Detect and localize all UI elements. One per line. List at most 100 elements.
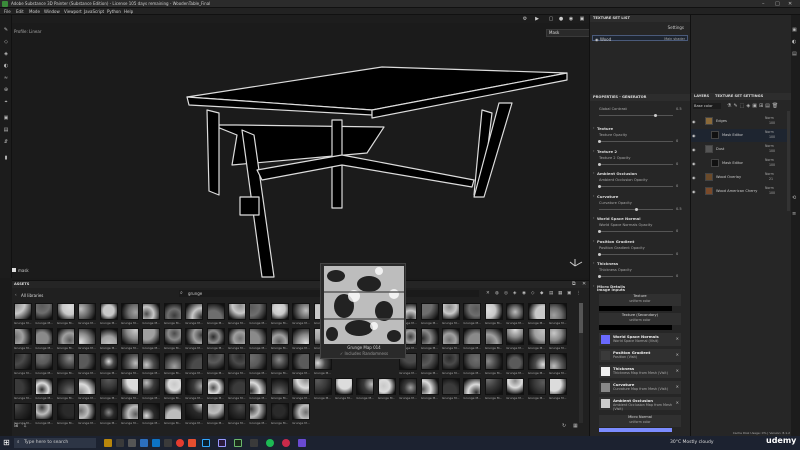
picker-icon[interactable]: ⌖ — [3, 99, 9, 105]
library-selector[interactable]: All libraries — [21, 293, 43, 298]
section-opacity-slider[interactable] — [598, 162, 673, 166]
polygon-fill-icon[interactable]: ▣ — [3, 115, 9, 121]
section-opacity-slider[interactable] — [598, 185, 673, 188]
asset-thumbnail[interactable]: Grunge M... — [163, 328, 182, 351]
layer-row[interactable]: ◉ Wood Overlay Norm 21 — [691, 171, 792, 184]
asset-thumbnail[interactable]: Grunge M... — [270, 403, 289, 426]
close-button[interactable]: ✕ — [788, 1, 792, 7]
refresh-icon[interactable]: ↻ — [562, 423, 566, 429]
menu-mode[interactable]: Mode — [29, 9, 40, 14]
asset-thumbnail[interactable]: Grunge M... — [78, 403, 97, 426]
asset-thumbnail[interactable]: Grunge M... — [14, 378, 32, 401]
asset-thumbnail[interactable]: Grunge M... — [506, 353, 525, 376]
texture-set-wood[interactable]: ◉ Wood Main shader — [592, 35, 688, 42]
asset-thumbnail[interactable]: Grunge M... — [185, 328, 204, 351]
asset-thumbnail[interactable]: Grunge M... — [228, 403, 246, 426]
asset-thumbnail[interactable]: Grunge M... — [270, 303, 289, 326]
asset-thumbnail[interactable]: Grunge M... — [35, 403, 54, 426]
asset-thumbnail[interactable]: Grunge M... — [35, 353, 54, 376]
menu-window[interactable]: Window — [44, 9, 60, 14]
layers-tab[interactable]: LAYERS — [694, 94, 709, 98]
texture-secondary-swatch[interactable] — [599, 325, 672, 330]
layer-opacity[interactable]: 100 — [769, 135, 775, 139]
projection-icon[interactable]: ◈ — [3, 51, 9, 57]
asset-thumbnail[interactable]: Grunge M... — [463, 378, 482, 401]
asset-thumbnail[interactable]: Grunge M... — [549, 303, 567, 326]
section-opacity-slider[interactable] — [598, 275, 673, 278]
layer-blend-mode[interactable]: Norm — [765, 158, 774, 162]
app3-icon[interactable] — [282, 439, 290, 447]
asset-thumbnail[interactable]: Grunge M... — [484, 328, 503, 351]
asset-thumbnail[interactable]: Grunge M... — [506, 328, 525, 351]
asset-thumbnail[interactable]: Grunge M... — [206, 403, 225, 426]
taskbar-search-input[interactable]: ⌕ Type here to search — [14, 438, 96, 448]
section-header[interactable]: Thickness — [597, 261, 618, 266]
asset-thumbnail[interactable]: Grunge M... — [356, 378, 375, 401]
premiere-icon[interactable] — [218, 439, 226, 447]
asset-thumbnail[interactable]: Grunge M... — [420, 378, 439, 401]
asset-thumbnail[interactable]: Grunge M... — [549, 328, 567, 351]
asset-thumbnail[interactable]: Grunge M... — [35, 378, 54, 401]
section-opacity-value[interactable]: 0 — [676, 229, 678, 233]
substance-icon[interactable] — [234, 439, 242, 447]
menu-edit[interactable]: Edit — [16, 9, 24, 14]
remove-input-icon[interactable]: ✕ — [676, 400, 679, 405]
clone-icon[interactable]: ⊕ — [3, 87, 9, 93]
office-icon[interactable] — [188, 439, 196, 447]
filter-icon[interactable]: ◇ — [531, 291, 534, 296]
layer-row[interactable]: ◉ Mask Editor Norm 100 — [691, 129, 792, 142]
asset-thumbnail[interactable]: Grunge M... — [249, 378, 268, 401]
asset-thumbnail[interactable]: Grunge M... — [228, 303, 246, 326]
filter-icon[interactable]: ▤ — [549, 291, 553, 296]
filter-icon[interactable]: ◆ — [540, 291, 543, 296]
asset-thumbnail[interactable]: Grunge M... — [163, 378, 182, 401]
asset-thumbnail[interactable]: Grunge M... — [442, 303, 460, 326]
geometry-mask-icon[interactable]: ◐ — [3, 63, 9, 69]
asset-thumbnail[interactable]: Grunge M... — [56, 403, 75, 426]
asset-thumbnail[interactable]: Grunge M... — [335, 378, 353, 401]
layer-row[interactable]: ◉ Dust Norm 100 — [691, 143, 792, 156]
add-icon[interactable]: ⊞ — [14, 423, 18, 429]
asset-thumbnail[interactable]: Grunge M... — [249, 353, 268, 376]
bake-icon[interactable]: ▤ — [3, 127, 9, 133]
asset-thumbnail[interactable]: Grunge M... — [292, 403, 311, 426]
asset-thumbnail[interactable]: Grunge M... — [377, 378, 396, 401]
asset-thumbnail[interactable]: Grunge M... — [163, 303, 182, 326]
asset-thumbnail[interactable]: Grunge M... — [14, 328, 32, 351]
layer-blend-mode[interactable]: Norm — [765, 186, 774, 190]
asset-thumbnail[interactable]: Grunge M... — [185, 353, 204, 376]
layer-blend-mode[interactable]: Norm — [765, 116, 774, 120]
asset-thumbnail[interactable]: Grunge M... — [35, 303, 54, 326]
asset-thumbnail[interactable]: Grunge M... — [121, 403, 139, 426]
eye-icon[interactable]: ◉ — [595, 37, 599, 42]
layer-blend-mode[interactable]: Norm — [765, 172, 774, 176]
asset-thumbnail[interactable]: Grunge M... — [142, 303, 161, 326]
layer-opacity[interactable]: 100 — [769, 163, 775, 167]
section-header[interactable]: World Space Normal — [597, 216, 641, 221]
section-opacity-value[interactable]: 0.5 — [676, 207, 682, 211]
windows-start-icon[interactable]: ⊞ — [3, 438, 10, 447]
layer-opacity[interactable]: 100 — [769, 121, 775, 125]
file-explorer-icon[interactable] — [104, 439, 112, 447]
section-header[interactable]: Texture 2 — [597, 149, 617, 154]
layer-row[interactable]: ◉ Edges Norm 100 — [691, 115, 792, 128]
asset-thumbnail[interactable]: Grunge M... — [484, 378, 503, 401]
filter-icon[interactable]: ▣ — [567, 291, 571, 296]
asset-thumbnail[interactable]: Grunge M... — [206, 378, 225, 401]
asset-thumbnail[interactable]: Grunge M... — [463, 303, 482, 326]
remove-input-icon[interactable]: ✕ — [676, 336, 679, 341]
section-opacity-value[interactable]: 0 — [676, 139, 678, 143]
store-icon[interactable] — [164, 439, 172, 447]
asset-thumbnail[interactable]: Grunge M... — [163, 403, 182, 426]
asset-thumbnail[interactable]: Grunge M... — [442, 328, 460, 351]
smudge-icon[interactable]: ≈ — [3, 75, 9, 81]
section-opacity-slider[interactable] — [598, 140, 673, 143]
eye-icon[interactable]: ◉ — [692, 133, 696, 138]
asset-thumbnail[interactable]: Grunge M... — [228, 378, 246, 401]
asset-thumbnail[interactable]: Grunge M... — [78, 328, 97, 351]
asset-thumbnail[interactable]: Grunge M... — [527, 353, 546, 376]
asset-thumbnail[interactable]: Grunge M... — [420, 303, 439, 326]
asset-thumbnail[interactable]: Grunge M... — [484, 353, 503, 376]
texture-secondary-slot[interactable]: Texture (Secondary) uniform color — [599, 313, 681, 325]
asset-thumbnail[interactable]: Grunge M... — [442, 353, 460, 376]
